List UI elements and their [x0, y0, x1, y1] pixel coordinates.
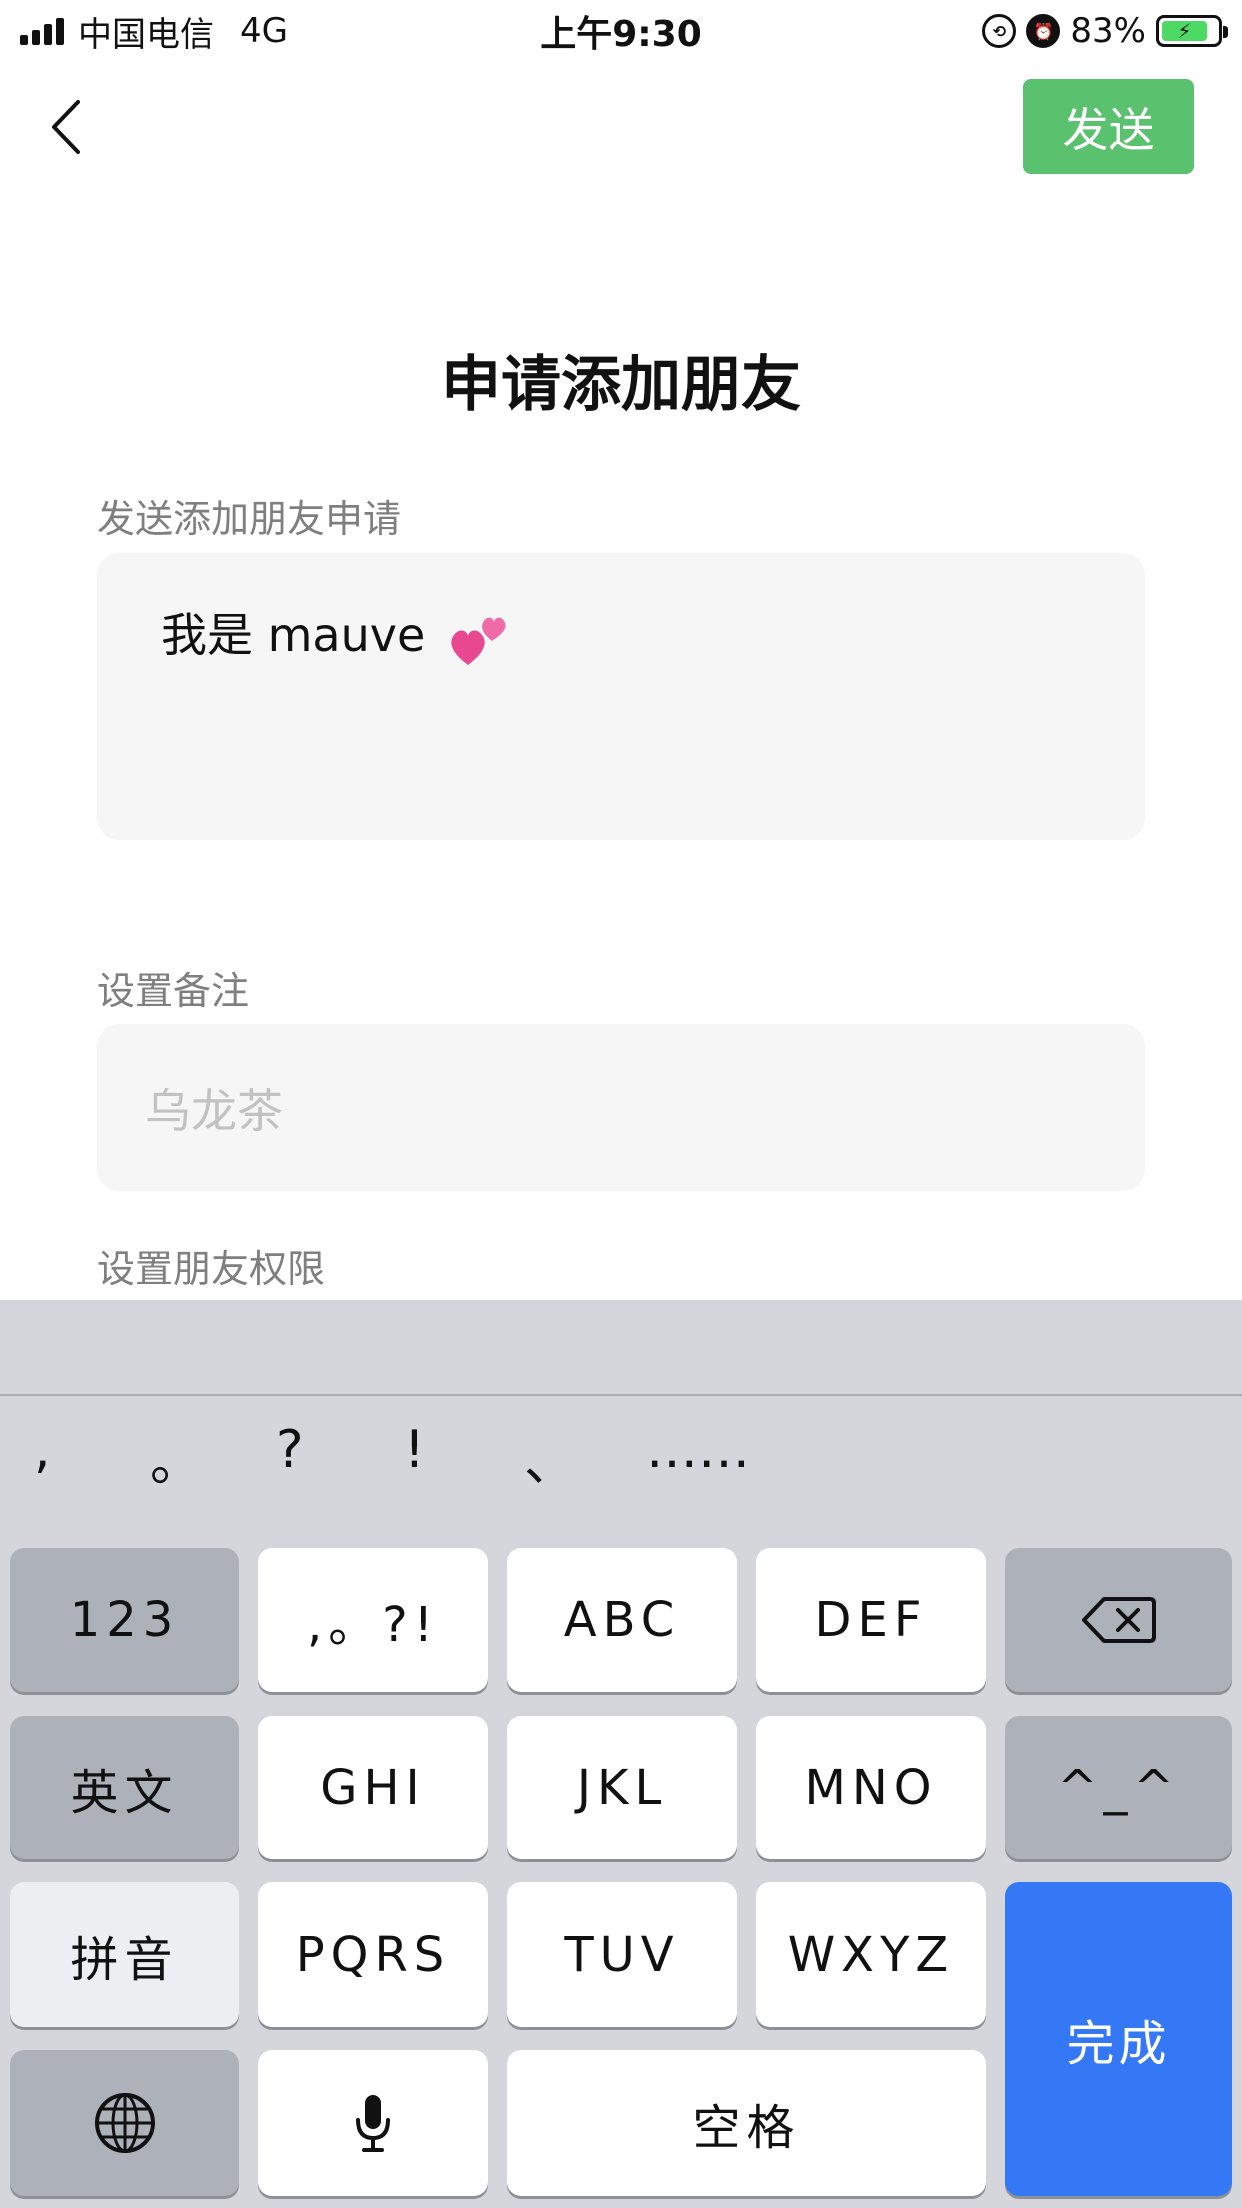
key-ghi[interactable]: GHI	[258, 1716, 488, 1859]
back-chevron-icon	[52, 100, 80, 154]
status-bar: 中国电信 4G 上午9:30 ⟲ ⏰ 83% ⚡	[0, 0, 1242, 62]
backspace-icon	[1081, 1597, 1156, 1643]
key-mno[interactable]: MNO	[756, 1716, 986, 1859]
globe-icon	[94, 2093, 155, 2153]
key-123[interactable]: 123	[10, 1548, 239, 1692]
punctuation-row: , 。 ? ! 、 ……	[0, 1420, 1242, 1510]
key-tuv[interactable]: TUV	[507, 1882, 737, 2027]
key-space[interactable]: 空格	[507, 2050, 986, 2196]
battery-icon: ⚡	[1156, 15, 1228, 47]
permission-label: 设置朋友权限	[97, 1247, 326, 1291]
key-english[interactable]: 英文	[10, 1716, 239, 1859]
status-right: ⟲ ⏰ 83% ⚡	[982, 0, 1228, 62]
key-def[interactable]: DEF	[756, 1548, 986, 1692]
remark-input[interactable]: 乌龙茶	[97, 1024, 1145, 1191]
key-punctuation[interactable]: ,。?!	[258, 1548, 488, 1692]
keyboard: , 。 ? ! 、 …… 123 ,。?! ABC DEF 英文 GHI JKL…	[0, 1300, 1242, 2208]
key-backspace[interactable]	[1005, 1548, 1232, 1692]
alarm-icon: ⏰	[1026, 14, 1061, 48]
back-button[interactable]	[40, 92, 90, 162]
page-title: 申请添加朋友	[441, 350, 801, 420]
key-pqrs[interactable]: PQRS	[258, 1882, 488, 2027]
keyboard-candidate-bar	[0, 1300, 1242, 1396]
send-button[interactable]: 发送	[1023, 79, 1194, 174]
punct-question[interactable]: ?	[276, 1420, 304, 1480]
remark-placeholder: 乌龙茶	[145, 1083, 283, 1138]
key-jkl[interactable]: JKL	[507, 1716, 737, 1859]
key-done[interactable]: 完成	[1005, 1882, 1232, 2196]
microphone-icon	[356, 2095, 390, 2152]
key-microphone[interactable]	[258, 2050, 488, 2196]
key-abc[interactable]: ABC	[507, 1548, 737, 1692]
key-pinyin[interactable]: 拼音	[10, 1882, 239, 2027]
heart-emoji-icon	[451, 617, 506, 665]
punct-dun[interactable]: 、	[524, 1420, 576, 1495]
remark-label: 设置备注	[97, 969, 250, 1013]
request-label: 发送添加朋友申请	[97, 497, 402, 541]
key-emoticon[interactable]: ^_^	[1005, 1716, 1232, 1859]
punct-period[interactable]: 。	[150, 1420, 202, 1495]
key-wxyz[interactable]: WXYZ	[756, 1882, 986, 2027]
request-message-input[interactable]: 我是 mauve	[97, 553, 1145, 840]
key-globe[interactable]	[10, 2050, 239, 2196]
punct-ellipsis[interactable]: ……	[646, 1420, 750, 1480]
orientation-lock-icon: ⟲	[982, 14, 1017, 48]
battery-percent: 83%	[1070, 11, 1146, 51]
punct-comma[interactable]: ,	[34, 1420, 51, 1480]
punct-exclaim[interactable]: !	[404, 1420, 425, 1480]
request-message-text: 我是 mauve	[161, 608, 426, 662]
